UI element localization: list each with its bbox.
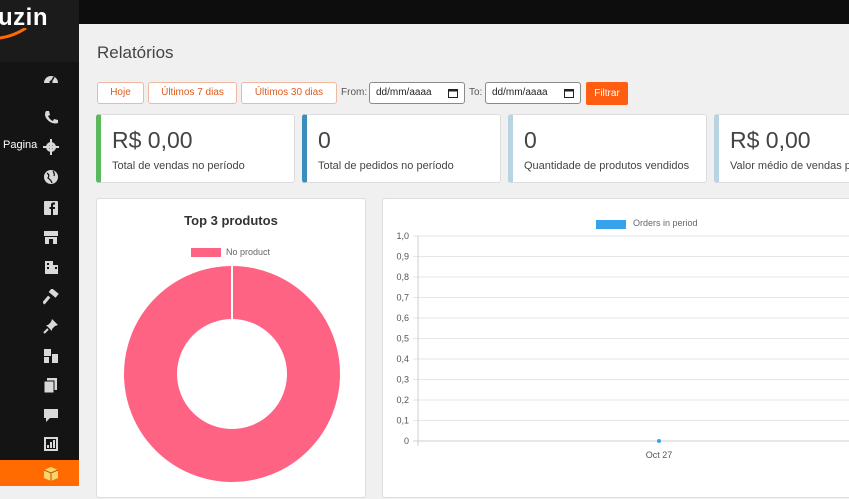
stat-caption: Total de vendas no período xyxy=(112,160,245,172)
report-icon[interactable] xyxy=(43,436,59,452)
y-tick-label: 0,7 xyxy=(396,293,409,303)
phone-icon[interactable] xyxy=(43,110,59,126)
logo[interactable]: uzin xyxy=(0,0,79,62)
y-tick-label: 0,8 xyxy=(396,272,409,282)
orders-chart-panel: Orders in period 1,0 0,9 0,8 0,7 0,6 0,5 0,4 0,… xyxy=(382,198,849,498)
y-tick-label: 0,1 xyxy=(396,416,409,426)
stat-value: R$ 0,00 xyxy=(112,127,193,153)
pin-icon[interactable] xyxy=(43,318,59,334)
sidebar: uzin Pagina xyxy=(0,0,79,486)
top-navbar xyxy=(79,0,849,24)
stat-caption: Total de pedidos no período xyxy=(318,160,454,172)
sidebar-item-active[interactable] xyxy=(0,460,79,486)
line-chart: 1,0 0,9 0,8 0,7 0,6 0,5 0,4 0,3 0,2 0,1 0 Oct 27 xyxy=(396,231,849,460)
stat-value: R$ 0,00 xyxy=(730,127,811,153)
stat-card-total-orders: 0 Total de pedidos no período xyxy=(302,114,501,183)
data-point[interactable] xyxy=(657,439,661,443)
x-tick-label: Oct 27 xyxy=(646,450,673,460)
globe-icon[interactable] xyxy=(43,169,59,185)
facebook-icon[interactable] xyxy=(43,200,59,216)
y-tick-label: 0 xyxy=(404,436,409,446)
y-tick-label: 0,3 xyxy=(396,375,409,385)
y-tick-label: 1,0 xyxy=(396,231,409,241)
stat-card-total-sales: R$ 0,00 Total de vendas no período xyxy=(96,114,295,183)
calendar-icon[interactable] xyxy=(564,88,574,98)
from-date-value: dd/mm/aaaa xyxy=(376,87,432,98)
logo-swoosh-icon xyxy=(0,28,27,40)
sidebar-item-label[interactable]: Pagina xyxy=(3,139,37,151)
page-title: Relatórios xyxy=(97,43,174,62)
store-icon[interactable] xyxy=(43,229,59,245)
stat-card-products-sold: 0 Quantidade de produtos vendidos xyxy=(508,114,707,183)
to-date-input[interactable]: dd/mm/aaaa xyxy=(485,82,581,104)
last-7-days-button[interactable]: Últimos 7 dias xyxy=(148,82,237,104)
filter-button[interactable]: Filtrar xyxy=(586,82,628,105)
stat-value: 0 xyxy=(318,127,331,153)
today-button[interactable]: Hoje xyxy=(97,82,144,104)
stat-caption: Valor médio de vendas por xyxy=(730,160,849,172)
y-tick-label: 0,4 xyxy=(396,354,409,364)
to-date-value: dd/mm/aaaa xyxy=(492,87,548,98)
y-tick-label: 0,5 xyxy=(396,334,409,344)
y-tick-label: 0,2 xyxy=(396,395,409,405)
layout-icon[interactable] xyxy=(43,348,59,364)
stat-caption: Quantidade de produtos vendidos xyxy=(524,160,690,172)
from-label: From: xyxy=(341,87,368,98)
y-tick-label: 0,6 xyxy=(396,313,409,323)
copy-icon[interactable] xyxy=(43,377,59,393)
building-icon[interactable] xyxy=(43,259,59,275)
package-icon xyxy=(43,466,59,482)
y-tick-label: 0,9 xyxy=(396,252,409,262)
comment-icon[interactable] xyxy=(43,407,59,423)
last-30-days-button[interactable]: Últimos 30 dias xyxy=(241,82,337,104)
gear-icon[interactable] xyxy=(43,139,59,155)
to-label: To: xyxy=(469,87,483,98)
dashboard-icon[interactable] xyxy=(43,71,59,87)
hammer-icon[interactable] xyxy=(43,289,59,305)
stat-card-average-sale: R$ 0,00 Valor médio de vendas por xyxy=(714,114,849,183)
calendar-icon[interactable] xyxy=(448,88,458,98)
from-date-input[interactable]: dd/mm/aaaa xyxy=(369,82,465,104)
stat-value: 0 xyxy=(524,127,537,153)
top-products-panel: Top 3 produtos No product xyxy=(96,198,366,498)
doughnut-chart xyxy=(124,266,340,482)
